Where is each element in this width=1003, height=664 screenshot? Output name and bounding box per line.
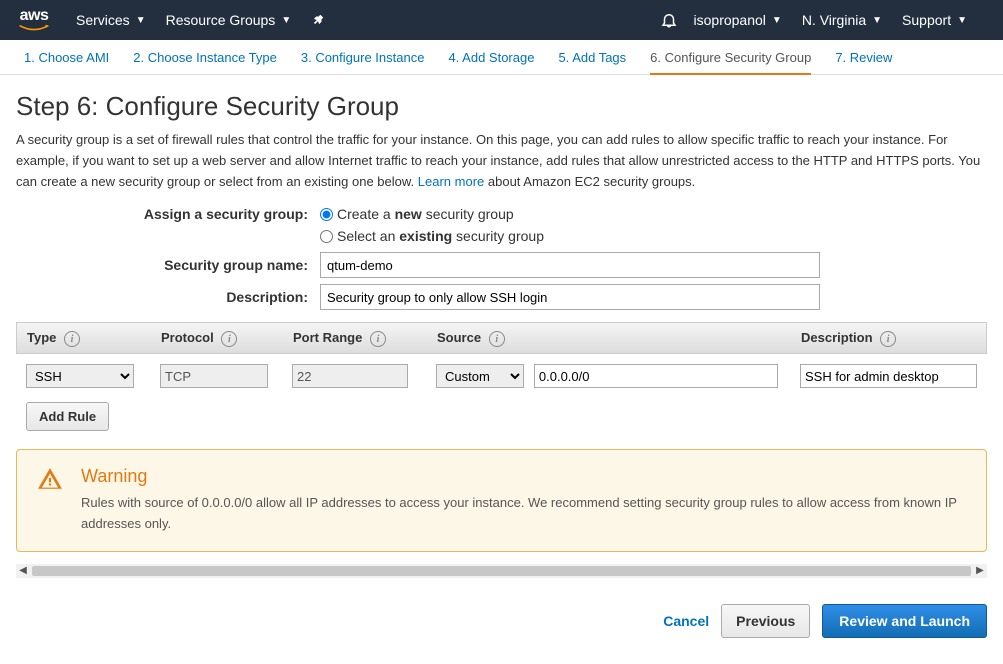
cancel-button[interactable]: Cancel — [663, 613, 709, 629]
nav-support[interactable]: Support ▼ — [902, 12, 967, 28]
info-icon[interactable]: i — [64, 331, 80, 347]
rule-protocol-input — [160, 364, 268, 388]
header-protocol: Protocol — [161, 330, 214, 345]
header-type: Type — [27, 330, 56, 345]
warning-title: Warning — [81, 466, 966, 487]
horizontal-scrollbar[interactable]: ◀ ▶ — [16, 564, 987, 578]
nav-account[interactable]: isopropanol ▼ — [694, 12, 782, 28]
rule-source-mode-select[interactable]: Custom — [436, 364, 524, 388]
nav-services-label: Services — [76, 12, 130, 28]
info-icon[interactable]: i — [489, 331, 505, 347]
assign-sg-label: Assign a security group: — [16, 206, 320, 222]
caret-down-icon: ▼ — [957, 15, 967, 26]
review-and-launch-button[interactable]: Review and Launch — [822, 604, 987, 638]
tab-add-storage[interactable]: 4. Add Storage — [448, 50, 534, 74]
previous-button[interactable]: Previous — [721, 604, 810, 638]
nav-region-label: N. Virginia — [802, 12, 866, 28]
footer-actions: Cancel Previous Review and Launch — [0, 594, 1003, 654]
scroll-right-icon[interactable]: ▶ — [973, 564, 987, 578]
add-rule-button[interactable]: Add Rule — [26, 402, 109, 431]
wizard-tabs: 1. Choose AMI 2. Choose Instance Type 3.… — [0, 40, 1003, 75]
sg-desc-input[interactable] — [320, 284, 820, 310]
tab-choose-instance-type[interactable]: 2. Choose Instance Type — [133, 50, 277, 74]
sg-name-label: Security group name: — [16, 257, 320, 273]
header-source: Source — [437, 330, 481, 345]
tab-review[interactable]: 7. Review — [835, 50, 892, 74]
info-icon[interactable]: i — [370, 331, 386, 347]
pin-icon[interactable] — [311, 13, 325, 27]
nav-account-label: isopropanol — [694, 12, 766, 28]
header-port: Port Range — [293, 330, 362, 345]
tab-configure-instance[interactable]: 3. Configure Instance — [301, 50, 425, 74]
page-description: A security group is a set of firewall ru… — [16, 130, 987, 192]
caret-down-icon: ▼ — [872, 15, 882, 26]
info-icon[interactable]: i — [221, 331, 237, 347]
scroll-thumb[interactable] — [32, 566, 971, 576]
rule-description-input[interactable] — [800, 364, 977, 388]
rule-source-cidr-input[interactable] — [534, 364, 778, 388]
header-description: Description — [801, 330, 873, 345]
nav-support-label: Support — [902, 12, 951, 28]
notifications-icon[interactable] — [660, 11, 678, 29]
rules-header: Type i Protocol i Port Range i Source i … — [16, 322, 987, 354]
nav-services[interactable]: Services ▼ — [76, 12, 146, 28]
desc-text-post: about Amazon EC2 security groups. — [484, 174, 695, 189]
rule-type-select[interactable]: SSH — [26, 364, 134, 388]
radio-create-new[interactable] — [320, 208, 333, 221]
sg-desc-label: Description: — [16, 289, 320, 305]
rule-row: SSH Custom — [16, 354, 987, 398]
page-title: Step 6: Configure Security Group — [16, 91, 987, 122]
warning-text: Rules with source of 0.0.0.0/0 allow all… — [81, 493, 966, 535]
warning-box: Warning Rules with source of 0.0.0.0/0 a… — [16, 449, 987, 552]
caret-down-icon: ▼ — [136, 15, 146, 26]
aws-logo[interactable]: aws — [16, 8, 52, 32]
rules-table: Type i Protocol i Port Range i Source i … — [16, 322, 987, 398]
learn-more-link[interactable]: Learn more — [418, 174, 484, 189]
tab-choose-ami[interactable]: 1. Choose AMI — [24, 50, 109, 74]
tab-add-tags[interactable]: 5. Add Tags — [558, 50, 626, 74]
caret-down-icon: ▼ — [281, 15, 291, 26]
nav-resource-groups-label: Resource Groups — [166, 12, 276, 28]
rule-port-input — [292, 364, 408, 388]
nav-resource-groups[interactable]: Resource Groups ▼ — [166, 12, 292, 28]
radio-select-existing[interactable] — [320, 230, 333, 243]
radio-create-label: Create a new security group — [337, 206, 514, 222]
content: Step 6: Configure Security Group A secur… — [0, 75, 1003, 594]
top-nav: aws Services ▼ Resource Groups ▼ isoprop… — [0, 0, 1003, 40]
info-icon[interactable]: i — [880, 331, 896, 347]
nav-region[interactable]: N. Virginia ▼ — [802, 12, 882, 28]
scroll-left-icon[interactable]: ◀ — [16, 564, 30, 578]
warning-icon — [37, 466, 63, 535]
caret-down-icon: ▼ — [772, 15, 782, 26]
sg-name-input[interactable] — [320, 252, 820, 278]
radio-select-label: Select an existing security group — [337, 228, 544, 244]
tab-configure-security-group[interactable]: 6. Configure Security Group — [650, 50, 811, 75]
sg-form: Assign a security group: Create a new se… — [16, 206, 987, 310]
